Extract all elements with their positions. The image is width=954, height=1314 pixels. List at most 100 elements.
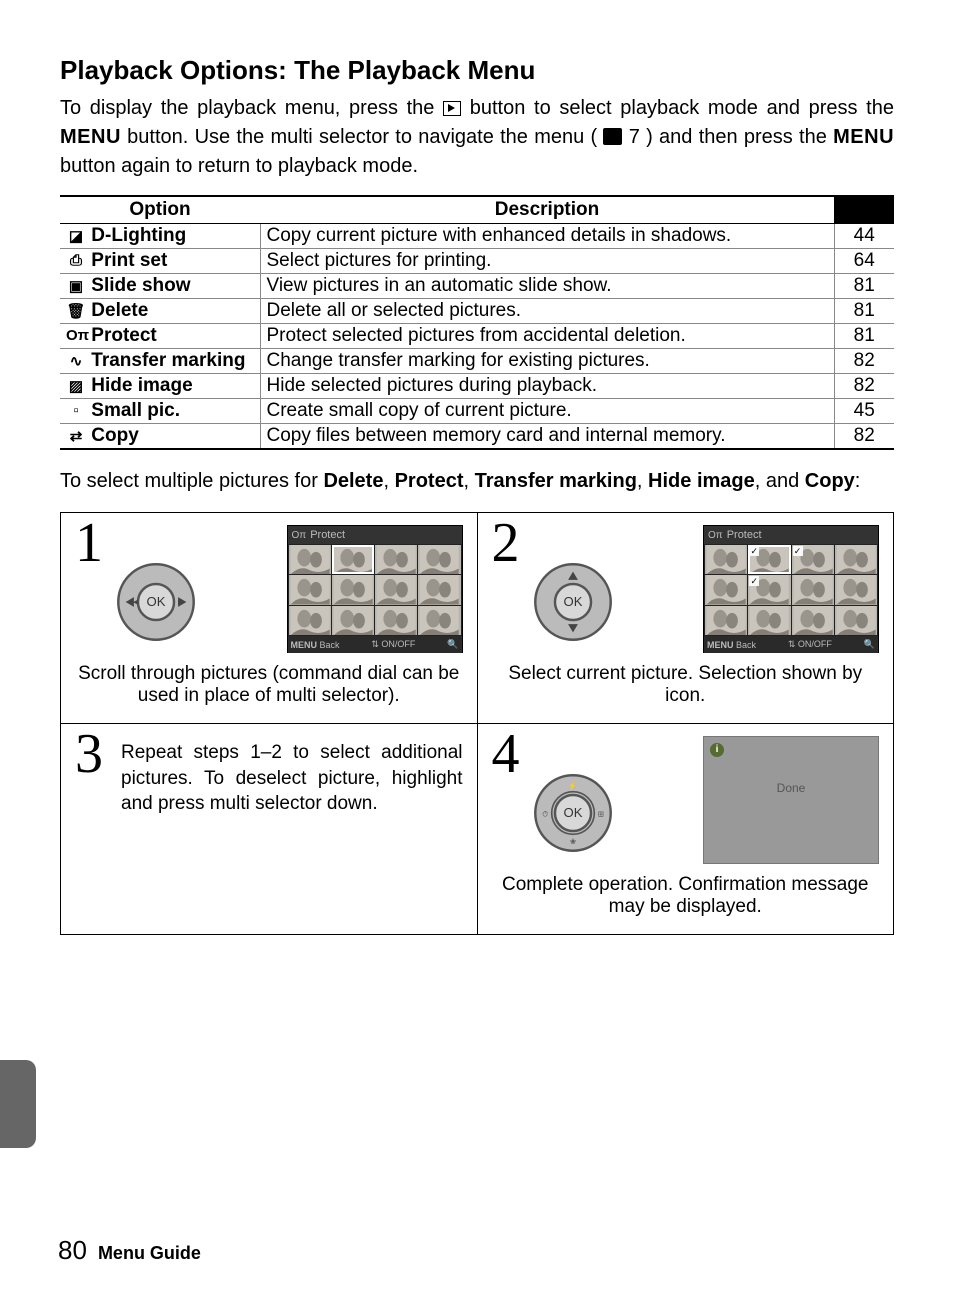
option-description: Create small copy of current picture.	[260, 399, 834, 424]
lcd-back-label: Back	[736, 640, 756, 650]
option-page: 81	[834, 324, 894, 349]
print-icon: ⎙	[66, 252, 86, 269]
table-row: ◪ D-Lighting Copy current picture with en…	[60, 224, 894, 249]
zoom-icon: 🔍	[864, 639, 875, 650]
thumbnail	[332, 575, 374, 604]
table-row: ⇄ CopyCopy files between memory card and…	[60, 424, 894, 450]
option-page: 81	[834, 299, 894, 324]
thumbnail	[289, 545, 331, 574]
menu-button-label: MENU	[60, 126, 121, 148]
intro-paragraph: To display the playback menu, press the …	[60, 94, 894, 181]
step-text: Repeat steps 1–2 to select additional pi…	[121, 736, 463, 817]
intro-text: ) and then press the	[646, 126, 833, 148]
svg-text:OK: OK	[563, 594, 582, 609]
lcd-menu-label: MENU	[291, 640, 318, 650]
option-description: Protect selected pictures from accidenta…	[260, 324, 834, 349]
col-header-description: Description	[260, 196, 834, 224]
page-number: 80	[58, 1235, 87, 1265]
option-name: Transfer marking	[91, 350, 245, 371]
option-name: Copy	[91, 425, 139, 446]
svg-text:❀: ❀	[569, 837, 575, 846]
info-icon: i	[710, 743, 724, 757]
page-ref-icon	[603, 128, 622, 145]
thumbnail	[418, 575, 460, 604]
thumbnail	[835, 606, 877, 635]
page-ref-number: 7	[629, 126, 640, 148]
lcd-onoff-label: ON/OFF	[798, 639, 832, 649]
lcd-title: Protect	[727, 529, 762, 541]
step-2: 2 OK OπProtect ✓✓✓ MENU Back ⇅ ON/OFF 🔍	[478, 513, 894, 724]
option-name: D-Lighting	[91, 225, 186, 246]
thumbnail	[289, 606, 331, 635]
thumbnail	[835, 575, 877, 604]
step-number: 2	[492, 515, 520, 571]
table-row: 🗑 DeleteDelete all or selected pictures.…	[60, 299, 894, 324]
table-row: ▨ Hide imageHide selected pictures durin…	[60, 374, 894, 399]
thumbnail	[705, 606, 747, 635]
svg-text:⏱: ⏱	[542, 809, 548, 818]
options-table: Option Description ◪ D-Lighting Copy curr…	[60, 195, 894, 450]
option-description: Delete all or selected pictures.	[260, 299, 834, 324]
thumbnail	[332, 545, 374, 574]
protect-key-icon: Oπ	[708, 530, 723, 541]
camera-lcd-done-screen: i Done	[703, 736, 879, 864]
svg-text:⚡: ⚡	[568, 781, 577, 790]
thumbnail	[792, 606, 834, 635]
col-header-option: Option	[60, 196, 260, 224]
section-name: Menu Guide	[98, 1243, 201, 1263]
step-caption: Complete operation. Confirmation message…	[492, 874, 880, 918]
multi-selector-icon: OK ◄ ►	[115, 561, 197, 643]
lcd-menu-label: MENU	[707, 640, 734, 650]
option-description: Change transfer marking for existing pic…	[260, 349, 834, 374]
table-row: ▫ Small pic.Create small copy of current…	[60, 399, 894, 424]
thumbnail	[332, 606, 374, 635]
intro-text: To display the playback menu, press the	[60, 97, 443, 119]
thumbnail	[748, 606, 790, 635]
thumbnail	[705, 545, 747, 574]
svg-text:►: ►	[177, 597, 185, 606]
bold-hide: Hide image	[648, 470, 755, 492]
slideshow-icon: ▣	[66, 277, 86, 295]
steps-panel: 1 OK ◄ ► OπProtect MENU Back ⇅ ON/OF	[60, 512, 894, 935]
option-description: Select pictures for printing.	[260, 249, 834, 274]
lcd-done-label: Done	[704, 781, 878, 795]
lcd-onoff-label: ON/OFF	[381, 639, 415, 649]
step-number: 3	[75, 726, 103, 782]
option-description: Copy current picture with enhanced detai…	[260, 224, 834, 249]
playback-button-icon	[443, 101, 461, 116]
multi-select-paragraph: To select multiple pictures for Delete, …	[60, 466, 894, 496]
bold-copy: Copy	[805, 470, 855, 492]
thumbnail	[375, 545, 417, 574]
side-tab	[0, 1060, 36, 1148]
step-number: 4	[492, 726, 520, 782]
option-name: Slide show	[91, 275, 190, 296]
thumbnail	[792, 575, 834, 604]
menu-button-label: MENU	[833, 126, 894, 148]
multi-selector-icon: OK	[532, 561, 614, 643]
dlight-icon: ◪	[66, 227, 86, 245]
table-row: ⎙ Print set Select pictures for printing.…	[60, 249, 894, 274]
page-footer: 80 Menu Guide	[58, 1235, 201, 1266]
option-name: Print set	[91, 250, 167, 271]
step-1: 1 OK ◄ ► OπProtect MENU Back ⇅ ON/OF	[61, 513, 478, 724]
intro-text: button to select playback mode and press…	[470, 97, 894, 119]
thumbnail	[705, 575, 747, 604]
page-title: Playback Options: The Playback Menu	[60, 55, 894, 86]
hide-icon: ▨	[66, 377, 86, 395]
bold-protect: Protect	[395, 470, 464, 492]
option-page: 44	[834, 224, 894, 249]
step-caption: Scroll through pictures (command dial ca…	[75, 663, 463, 707]
lcd-back-label: Back	[320, 640, 340, 650]
camera-lcd-screen: OπProtect ✓✓✓ MENU Back ⇅ ON/OFF 🔍	[703, 525, 879, 653]
option-page: 81	[834, 274, 894, 299]
thumbnail	[835, 545, 877, 574]
selection-check-icon: ✓	[793, 546, 803, 556]
bold-transfer: Transfer marking	[475, 470, 637, 492]
thumbnail: ✓	[748, 545, 790, 574]
table-row: Oπ ProtectProtect selected pictures from…	[60, 324, 894, 349]
option-description: Hide selected pictures during playback.	[260, 374, 834, 399]
option-name: Protect	[91, 325, 156, 346]
thumbnail: ✓	[748, 575, 790, 604]
option-page: 45	[834, 399, 894, 424]
option-name: Delete	[91, 300, 148, 321]
